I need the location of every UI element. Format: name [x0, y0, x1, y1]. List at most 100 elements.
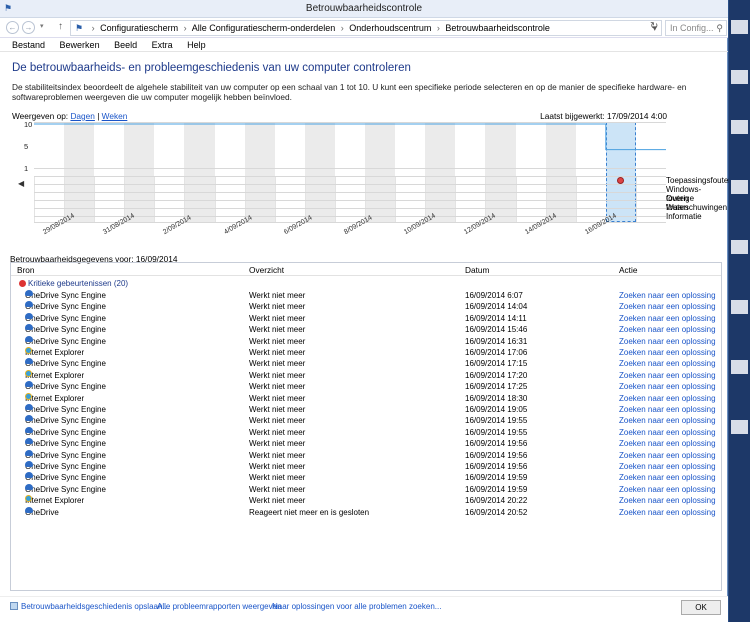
row-summary: Werkt niet meer	[249, 291, 306, 300]
table-row[interactable]: OneDrive Sync Engine Werkt niet meer 16/09…	[11, 461, 721, 472]
error-marker-icon[interactable]	[616, 177, 624, 184]
crumb-reliability[interactable]: Betrouwbaarheidscontrole	[445, 23, 550, 33]
menu-tools[interactable]: Extra	[152, 38, 173, 52]
table-row[interactable]: OneDrive Sync Engine Werkt niet meer 16/09…	[11, 438, 721, 449]
row-action-link[interactable]: Zoeken naar een oplossing	[619, 358, 716, 369]
table-row[interactable]: Internet Explorer Werkt niet meer 16/09/20…	[11, 347, 721, 358]
table-row[interactable]: OneDrive Sync Engine Werkt niet meer 16/09…	[11, 324, 721, 335]
table-row[interactable]: OneDrive Sync Engine Werkt niet meer 16/09…	[11, 381, 721, 392]
crumb-control-panel[interactable]: Configuratiescherm	[100, 23, 178, 33]
col-source[interactable]: Bron	[17, 265, 35, 275]
row-action-link[interactable]: Zoeken naar een oplossing	[619, 404, 716, 415]
view-days-link[interactable]: Dagen	[70, 111, 94, 121]
row-action-link[interactable]: Zoeken naar een oplossing	[619, 301, 716, 312]
table-row[interactable]: OneDrive Sync Engine Werkt niet meer 16/09…	[11, 335, 721, 347]
crumb-all-items[interactable]: Alle Configuratiescherm-onderdelen	[192, 23, 336, 33]
table-row[interactable]: OneDrive Sync Engine Werkt niet meer 16/09…	[11, 290, 721, 301]
row-date: 16/09/2014 18:30	[465, 393, 528, 403]
row-action-link[interactable]: Zoeken naar een oplossing	[619, 313, 716, 324]
desktop-icon[interactable]	[731, 120, 748, 134]
save-icon	[10, 602, 18, 610]
col-summary[interactable]: Overzicht	[249, 265, 284, 275]
chart-gridline	[34, 192, 666, 193]
table-row[interactable]: Internet Explorer Werkt niet meer 16/09/20…	[11, 369, 721, 381]
row-action-link[interactable]: Zoeken naar een oplossing	[619, 415, 716, 426]
desktop-icon[interactable]	[731, 300, 748, 314]
desktop-icon[interactable]	[731, 70, 748, 84]
row-action-link[interactable]: Zoeken naar een oplossing	[619, 438, 716, 449]
onedrive-icon	[25, 290, 33, 296]
view-all-reports-link[interactable]: Alle probleemrapporten weergeven	[157, 602, 282, 611]
row-action-link[interactable]: Zoeken naar een oplossing	[619, 370, 716, 381]
col-action[interactable]: Actie	[619, 265, 637, 275]
row-summary: Werkt niet meer	[249, 473, 306, 483]
row-action-link[interactable]: Zoeken naar een oplossing	[619, 381, 716, 392]
table-row[interactable]: OneDrive Sync Engine Werkt niet meer 16/09…	[11, 312, 721, 324]
search-input[interactable]: In Config... ⚲	[665, 20, 727, 36]
desktop-icon[interactable]	[731, 240, 748, 254]
table-row[interactable]: OneDrive Sync Engine Werkt niet meer 16/09…	[11, 449, 721, 461]
menu-view[interactable]: Beeld	[114, 38, 137, 52]
row-action-link[interactable]: Zoeken naar een oplossing	[619, 336, 716, 347]
chart-category-label: Toepassingsfouten	[666, 176, 733, 185]
row-summary: Werkt niet meer	[249, 450, 306, 460]
up-button[interactable]: ↑	[58, 21, 63, 32]
row-action-link[interactable]: Zoeken naar een oplossing	[619, 507, 716, 518]
table-row[interactable]: OneDrive Reageert niet meer en is geslote…	[11, 506, 721, 518]
table-row[interactable]: OneDrive Sync Engine Werkt niet meer 16/09…	[11, 404, 721, 415]
chart-x-label: 2/09/2014	[162, 214, 193, 237]
desktop-edge	[729, 0, 750, 622]
row-source: OneDrive Sync Engine	[25, 301, 106, 312]
table-row[interactable]: OneDrive Sync Engine Werkt niet meer 16/09…	[11, 483, 721, 495]
table-row[interactable]: Internet Explorer Werkt niet meer 16/09/20…	[11, 392, 721, 404]
row-summary: Werkt niet meer	[249, 416, 306, 426]
back-button[interactable]: ←	[6, 21, 19, 34]
table-row[interactable]: Internet Explorer Werkt niet meer 16/09/20…	[11, 495, 721, 506]
ok-button[interactable]: OK	[681, 600, 721, 615]
row-date: 16/09/2014 17:25	[465, 382, 528, 392]
table-row[interactable]: OneDrive Sync Engine Werkt niet meer 16/09…	[11, 426, 721, 438]
row-action-link[interactable]: Zoeken naar een oplossing	[619, 324, 716, 335]
row-action-link[interactable]: Zoeken naar een oplossing	[619, 347, 716, 358]
desktop-icon[interactable]	[731, 180, 748, 194]
menu-help[interactable]: Help	[187, 38, 206, 52]
crumb-action-center[interactable]: Onderhoudscentrum	[349, 23, 431, 33]
chart-x-label: 4/09/2014	[222, 214, 254, 237]
row-action-link[interactable]: Zoeken naar een oplossing	[619, 495, 716, 506]
refresh-icon[interactable]: ↻	[650, 21, 658, 32]
desktop-icon[interactable]	[731, 360, 748, 374]
table-row[interactable]: OneDrive Sync Engine Werkt niet meer 16/09…	[11, 472, 721, 483]
row-summary: Werkt niet meer	[249, 439, 306, 449]
col-date[interactable]: Datum	[465, 265, 489, 275]
onedrive-icon	[25, 449, 33, 456]
row-summary: Werkt niet meer	[249, 325, 306, 335]
menu-file[interactable]: Bestand	[12, 38, 45, 52]
row-action-link[interactable]: Zoeken naar een oplossing	[619, 484, 716, 495]
breadcrumb[interactable]: ⚑ › Configuratiescherm › Alle Configurat…	[70, 20, 662, 36]
table-row[interactable]: OneDrive Sync Engine Werkt niet meer 16/09…	[11, 301, 721, 312]
desktop-icon[interactable]	[731, 20, 748, 34]
save-history-link[interactable]: Betrouwbaarheidsgeschiedenis opslaan...	[10, 602, 169, 611]
view-weeks-link[interactable]: Weken	[102, 111, 128, 121]
row-action-link[interactable]: Zoeken naar een oplossing	[619, 290, 716, 301]
row-action-link[interactable]: Zoeken naar een oplossing	[619, 427, 716, 438]
row-source: OneDrive Sync Engine	[25, 438, 106, 449]
row-summary: Werkt niet meer	[249, 302, 306, 312]
stability-chart[interactable]: ◀ 10 5 1 Toepassingsfouten Windows-fouten Ove…	[12, 120, 733, 254]
menu-edit[interactable]: Bewerken	[60, 38, 100, 52]
row-summary: Werkt niet meer	[249, 313, 306, 323]
group-critical-events[interactable]: Kritieke gebeurtenissen (20)	[19, 279, 128, 288]
row-action-link[interactable]: Zoeken naar een oplossing	[619, 461, 716, 472]
table-row[interactable]: OneDrive Sync Engine Werkt niet meer 16/09…	[11, 358, 721, 369]
recent-pages-icon[interactable]: ▾	[40, 22, 44, 30]
table-row[interactable]: OneDrive Sync Engine Werkt niet meer 16/09…	[11, 415, 721, 426]
row-source-label: OneDrive Sync Engine	[25, 416, 106, 426]
desktop-icon[interactable]	[731, 420, 748, 434]
check-solutions-link[interactable]: Naar oplossingen voor alle problemen zoe…	[272, 602, 441, 611]
row-source-label: OneDrive Sync Engine	[25, 405, 106, 414]
row-source: OneDrive Sync Engine	[25, 404, 106, 415]
row-action-link[interactable]: Zoeken naar een oplossing	[619, 393, 716, 404]
row-action-link[interactable]: Zoeken naar een oplossing	[619, 450, 716, 461]
row-action-link[interactable]: Zoeken naar een oplossing	[619, 472, 716, 483]
forward-button[interactable]: →	[22, 21, 35, 34]
